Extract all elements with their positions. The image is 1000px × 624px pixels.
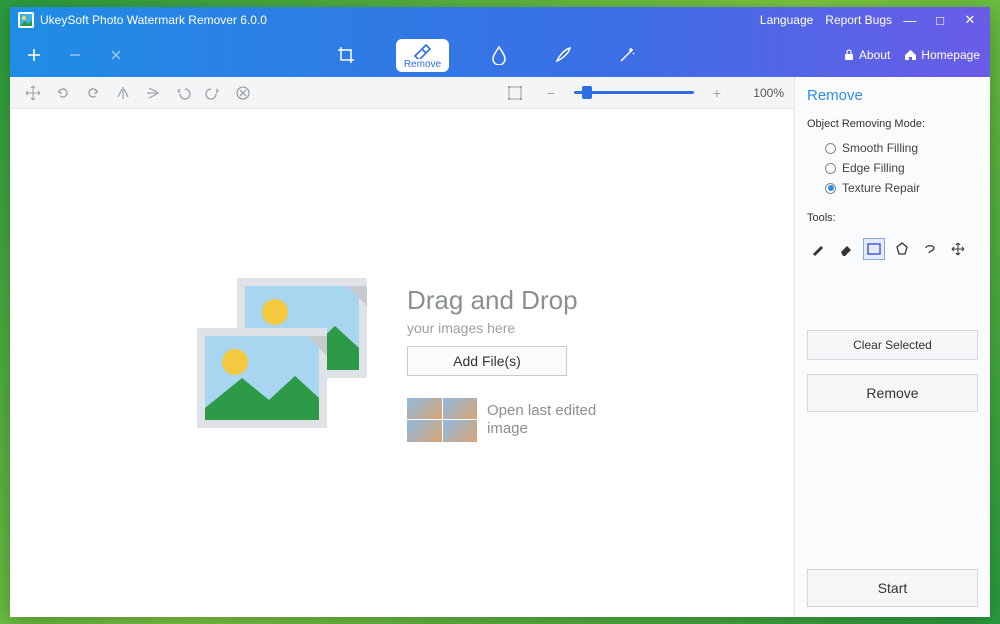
- tools-section-label: Tools:: [807, 212, 978, 224]
- open-last-label: Open last edited image: [487, 402, 607, 438]
- canvas-wrap: − + 100%: [10, 77, 794, 617]
- tool-lasso-icon[interactable]: [919, 238, 941, 260]
- tools-row: [807, 238, 978, 260]
- flip-v-icon[interactable]: [140, 80, 166, 106]
- remove-tool-button[interactable]: Remove: [396, 39, 449, 72]
- fit-icon[interactable]: [502, 80, 528, 106]
- right-panel: Remove Object Removing Mode: Smooth Fill…: [794, 77, 990, 617]
- language-link[interactable]: Language: [760, 13, 813, 27]
- zoom-out-button[interactable]: −: [538, 80, 564, 106]
- close-button[interactable]: ✕: [958, 12, 982, 28]
- move-icon[interactable]: [20, 80, 46, 106]
- redo-icon[interactable]: [200, 80, 226, 106]
- drop-title: Drag and Drop: [407, 285, 607, 316]
- tab-min-icon[interactable]: [61, 41, 88, 69]
- clear-selected-button[interactable]: Clear Selected: [807, 330, 978, 360]
- last-thumbnails-icon: [407, 398, 477, 442]
- app-window: UkeySoft Photo Watermark Remover 6.0.0 L…: [10, 7, 990, 617]
- tool-move-icon[interactable]: [947, 238, 969, 260]
- maximize-button[interactable]: □: [928, 13, 952, 28]
- add-tab-button[interactable]: [20, 41, 47, 69]
- flip-h-icon[interactable]: [110, 80, 136, 106]
- tab-close-icon[interactable]: [103, 41, 130, 69]
- brush-tool-button[interactable]: [549, 41, 577, 69]
- delete-icon[interactable]: [230, 80, 256, 106]
- about-link[interactable]: About: [843, 48, 890, 62]
- minimize-button[interactable]: —: [898, 13, 922, 28]
- start-button[interactable]: Start: [807, 569, 978, 607]
- app-title: UkeySoft Photo Watermark Remover 6.0.0: [40, 13, 267, 27]
- canvas[interactable]: Drag and Drop your images here Add File(…: [10, 109, 794, 617]
- crop-tool-button[interactable]: [332, 41, 360, 69]
- panel-remove-button[interactable]: Remove: [807, 374, 978, 412]
- rotate-right-icon[interactable]: [80, 80, 106, 106]
- titlebar: UkeySoft Photo Watermark Remover 6.0.0 L…: [10, 7, 990, 33]
- zoom-thumb[interactable]: [582, 86, 592, 99]
- water-tool-button[interactable]: [485, 41, 513, 69]
- rotate-left-icon[interactable]: [50, 80, 76, 106]
- drop-zone: Drag and Drop your images here Add File(…: [197, 278, 607, 448]
- main-toolbar: Remove About Homepage: [10, 33, 990, 77]
- drop-subtitle: your images here: [407, 320, 607, 336]
- zoom-in-button[interactable]: +: [704, 80, 730, 106]
- undo-icon[interactable]: [170, 80, 196, 106]
- report-bugs-link[interactable]: Report Bugs: [825, 13, 892, 27]
- add-files-button[interactable]: Add File(s): [407, 346, 567, 376]
- drop-image-icon: [197, 278, 387, 448]
- panel-title: Remove: [807, 87, 978, 104]
- tool-brush-icon[interactable]: [807, 238, 829, 260]
- lock-icon: [843, 49, 855, 61]
- zoom-label: 100%: [740, 86, 784, 100]
- tool-marquee-icon[interactable]: [863, 238, 885, 260]
- mode-edge[interactable]: Edge Filling: [825, 161, 978, 175]
- app-logo-icon: [18, 12, 34, 28]
- remove-tool-label: Remove: [404, 59, 441, 70]
- wand-tool-button[interactable]: [613, 41, 641, 69]
- main-area: − + 100%: [10, 77, 990, 617]
- mode-section-label: Object Removing Mode:: [807, 118, 978, 130]
- zoom-slider[interactable]: [574, 91, 694, 94]
- open-last-row[interactable]: Open last edited image: [407, 398, 607, 442]
- canvas-toolbar: − + 100%: [10, 77, 794, 109]
- tool-eraser-icon[interactable]: [835, 238, 857, 260]
- homepage-link[interactable]: Homepage: [904, 48, 980, 62]
- tool-polygon-icon[interactable]: [891, 238, 913, 260]
- mode-smooth[interactable]: Smooth Filling: [825, 141, 978, 155]
- mode-texture[interactable]: Texture Repair: [825, 181, 978, 195]
- home-icon: [904, 49, 917, 61]
